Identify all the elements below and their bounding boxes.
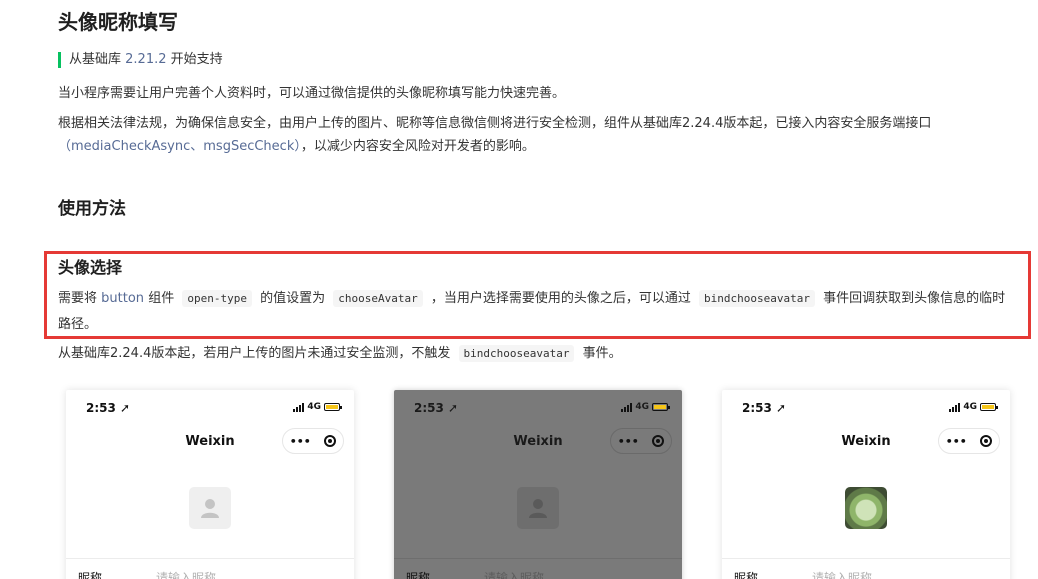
location-arrow-icon: ➚ [776, 401, 787, 415]
nickname-row: 昵称 请输入昵称 [66, 558, 354, 579]
signal-icon [949, 402, 961, 412]
security-paragraph: 根据相关法律法规，为确保信息安全，由用户上传的图片、昵称等信息微信侧将进行安全检… [58, 112, 1018, 158]
safety-note-paragraph: 从基础库2.24.4版本起，若用户上传的图片未通过安全监测，不触发 bindch… [58, 342, 622, 362]
status-icons: 4G [621, 402, 670, 412]
nickname-input[interactable]: 请输入昵称 [156, 569, 216, 579]
p3-text-b: 组件 [148, 291, 175, 306]
status-time: 2:53 ➚ [414, 401, 459, 415]
nickname-input[interactable]: 请输入昵称 [812, 569, 872, 579]
status-time: 2:53 ➚ [742, 401, 787, 415]
nickname-input[interactable]: 请输入昵称 [484, 569, 544, 579]
network-label: 4G [963, 402, 977, 412]
battery-icon [980, 403, 998, 411]
location-arrow-icon: ➚ [120, 401, 131, 415]
avatar-select-paragraph: 需要将 button 组件 open-type 的值设置为 chooseAvat… [58, 286, 1018, 338]
battery-icon [324, 403, 342, 411]
since-suffix: 开始支持 [170, 52, 223, 67]
paren-open: （ [58, 139, 72, 154]
record-icon[interactable] [324, 435, 337, 447]
phone-screenshot-1: 2:53 ➚ 4G Weixin ••• 昵称 请输入昵称 [66, 390, 354, 579]
network-label: 4G [635, 402, 649, 412]
page-title: 头像昵称填写 [58, 10, 178, 34]
phone-screenshot-3: 2:53 ➚ 4G Weixin ••• 昵称 请输入昵称 [722, 390, 1010, 579]
avatar-button[interactable] [517, 487, 559, 529]
record-icon[interactable] [980, 435, 993, 447]
status-icons: 4G [949, 402, 998, 412]
nickname-label: 昵称 [78, 571, 103, 579]
p3-text-a: 需要将 [58, 291, 98, 306]
avatar-button[interactable] [189, 487, 231, 529]
since-version: 2.21.2 [125, 52, 167, 67]
code-bindchooseavatar: bindchooseavatar [699, 290, 815, 307]
security-text: 根据相关法律法规，为确保信息安全，由用户上传的图片、昵称等信息微信侧将进行安全检… [58, 116, 932, 131]
avatar-image[interactable] [845, 487, 887, 529]
usage-heading: 使用方法 [58, 199, 126, 219]
p3-text-d: ，当用户选择需要使用的头像之后，可以通过 [430, 291, 691, 306]
record-icon[interactable] [652, 435, 665, 447]
menu-capsule[interactable]: ••• [610, 428, 672, 454]
p4-text-b: 事件。 [582, 346, 622, 361]
status-icons: 4G [293, 402, 342, 412]
user-placeholder-icon [529, 499, 547, 518]
location-arrow-icon: ➚ [448, 401, 459, 415]
signal-icon [621, 402, 633, 412]
since-prefix: 从基础库 [69, 52, 122, 67]
status-time: 2:53 ➚ [86, 401, 131, 415]
phone-screenshot-2: 2:53 ➚ 4G Weixin ••• 昵称 请输入昵称 [394, 390, 682, 579]
network-label: 4G [307, 402, 321, 412]
code-bindchooseavatar-2: bindchooseavatar [458, 345, 575, 362]
nickname-row: 昵称 请输入昵称 [394, 558, 682, 579]
since-version-note: 从基础库 2.21.2 开始支持 [58, 52, 223, 68]
nickname-label: 昵称 [734, 571, 759, 579]
msg-sec-check-link[interactable]: msgSecCheck [203, 139, 294, 154]
link-separator: 、 [190, 139, 204, 154]
p4-text-a: 从基础库2.24.4版本起，若用户上传的图片未通过安全监测，不触发 [58, 346, 451, 361]
media-check-link[interactable]: mediaCheckAsync [71, 139, 190, 154]
battery-icon [652, 403, 670, 411]
menu-capsule[interactable]: ••• [938, 428, 1000, 454]
security-tail: ，以减少内容安全风险对开发者的影响。 [300, 139, 535, 154]
avatar-select-heading: 头像选择 [58, 258, 123, 277]
button-doc-link[interactable]: button [101, 291, 144, 306]
more-dots-icon[interactable]: ••• [618, 435, 639, 448]
nickname-row: 昵称 请输入昵称 [722, 558, 1010, 579]
signal-icon [293, 402, 305, 412]
code-open-type: open-type [182, 290, 252, 307]
nickname-label: 昵称 [406, 571, 431, 579]
more-dots-icon[interactable]: ••• [946, 435, 967, 448]
intro-paragraph: 当小程序需要让用户完善个人资料时，可以通过微信提供的头像昵称填写能力快速完善。 [58, 86, 566, 101]
p3-text-c: 的值设置为 [260, 291, 326, 306]
code-choose-avatar: chooseAvatar [333, 290, 423, 307]
menu-capsule[interactable]: ••• [282, 428, 344, 454]
user-placeholder-icon [201, 499, 219, 518]
more-dots-icon[interactable]: ••• [290, 435, 311, 448]
